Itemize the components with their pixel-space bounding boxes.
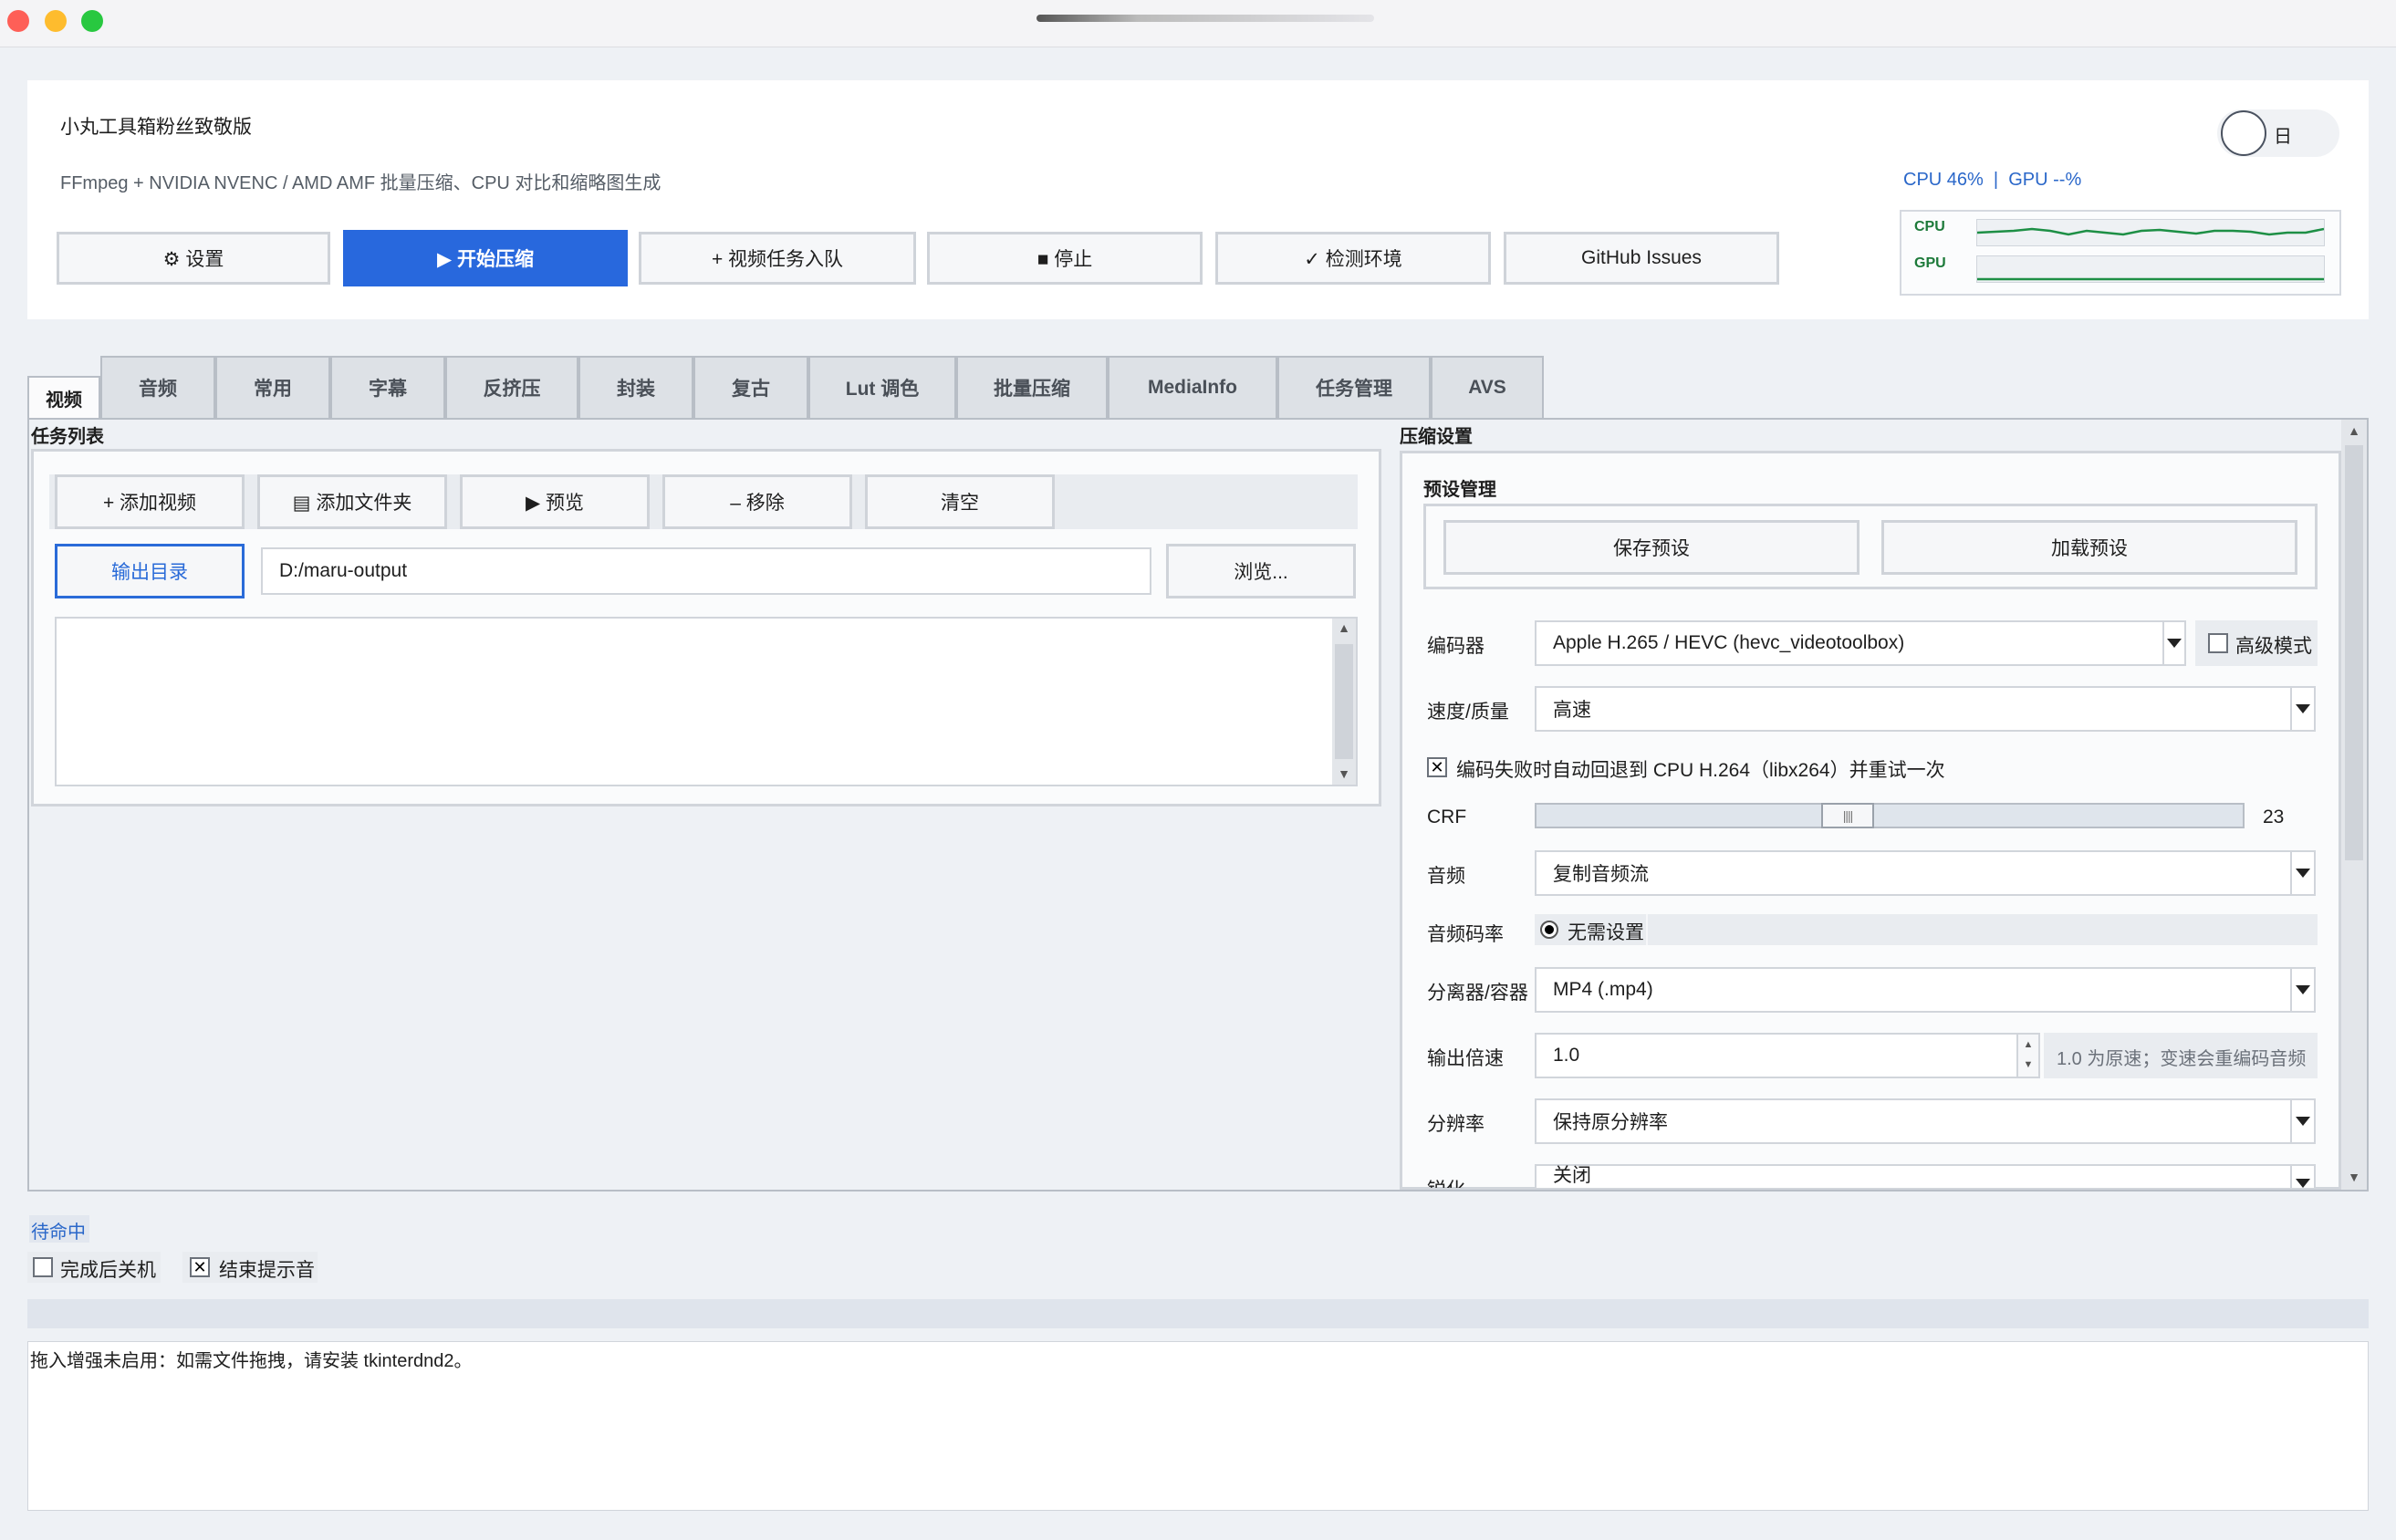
tab-video[interactable]: 视频 bbox=[27, 376, 100, 418]
zoom-window-button[interactable] bbox=[81, 10, 103, 32]
fallback-checkbox[interactable]: ✕ bbox=[1427, 757, 1447, 777]
encoder-label: 编码器 bbox=[1427, 636, 1484, 657]
start-compress-button[interactable]: ▶ 开始压缩 bbox=[343, 230, 628, 286]
resolution-select[interactable]: 保持原分辨率 bbox=[1535, 1098, 2292, 1144]
speed-quality-select[interactable]: 高速 bbox=[1535, 686, 2292, 732]
audio-bitrate-divider bbox=[1646, 914, 1648, 945]
end-sound-checkbox[interactable]: ✕ bbox=[190, 1257, 210, 1277]
settings-scroll-thumb[interactable] bbox=[2345, 445, 2363, 860]
tab-audio[interactable]: 音频 bbox=[100, 356, 215, 418]
output-speed-spinbox[interactable]: 1.0 bbox=[1535, 1033, 2040, 1078]
settings-scroll-down-icon[interactable]: ▼ bbox=[2341, 1168, 2367, 1186]
check-environment-button[interactable]: ✓ 检测环境 bbox=[1215, 232, 1491, 285]
tab-lut[interactable]: Lut 调色 bbox=[808, 356, 956, 418]
advanced-mode-label: 高级模式 bbox=[2235, 636, 2312, 657]
encoder-dropdown-arrow-icon[interactable] bbox=[2162, 620, 2186, 666]
sharpen-dropdown-arrow-icon[interactable] bbox=[2290, 1164, 2316, 1188]
tab-task-manager[interactable]: 任务管理 bbox=[1277, 356, 1431, 418]
shutdown-label: 完成后关机 bbox=[60, 1260, 156, 1281]
tab-common[interactable]: 常用 bbox=[215, 356, 330, 418]
task-list-scroll-thumb[interactable] bbox=[1335, 644, 1353, 759]
crf-value: 23 bbox=[2263, 806, 2285, 827]
close-window-button[interactable] bbox=[7, 10, 29, 32]
tab-mux[interactable]: 封装 bbox=[578, 356, 693, 418]
task-list-title: 任务列表 bbox=[31, 427, 104, 447]
tab-mediainfo[interactable]: MediaInfo bbox=[1108, 356, 1277, 418]
load-preset-button[interactable]: 加载预设 bbox=[1881, 520, 2297, 575]
spin-down-icon[interactable]: ▼ bbox=[2018, 1055, 2038, 1075]
app-subtitle: FFmpeg + NVIDIA NVENC / AMD AMF 批量压缩、CPU… bbox=[60, 173, 662, 193]
cpu-graph-line bbox=[1977, 227, 2324, 236]
shutdown-checkbox[interactable] bbox=[33, 1257, 53, 1277]
theme-toggle-knob bbox=[2221, 110, 2266, 156]
scroll-down-arrow-icon[interactable]: ▼ bbox=[1332, 765, 1356, 783]
no-setting-label: 无需设置 bbox=[1568, 922, 1644, 943]
task-listbox[interactable] bbox=[55, 617, 1358, 786]
tab-retro[interactable]: 复古 bbox=[693, 356, 808, 418]
output-directory-button[interactable]: 输出目录 bbox=[55, 544, 245, 598]
advanced-mode-checkbox[interactable] bbox=[2208, 633, 2228, 653]
add-video-button[interactable]: + 添加视频 bbox=[55, 474, 245, 529]
container-dropdown-arrow-icon[interactable] bbox=[2290, 967, 2316, 1013]
encoder-select[interactable]: Apple H.265 / HEVC (hevc_videotoolbox) bbox=[1535, 620, 2164, 666]
no-setting-radio[interactable] bbox=[1540, 921, 1558, 939]
save-preset-button[interactable]: 保存预设 bbox=[1443, 520, 1860, 575]
audio-select[interactable]: 复制音频流 bbox=[1535, 850, 2292, 896]
preview-button[interactable]: ▶ 预览 bbox=[460, 474, 650, 529]
sharpen-select[interactable]: 关闭 bbox=[1535, 1164, 2292, 1188]
crf-slider-handle[interactable]: |||| bbox=[1821, 803, 1874, 828]
window-titlebar bbox=[0, 0, 2396, 47]
progress-bar bbox=[27, 1299, 2369, 1328]
enqueue-video-task-button[interactable]: + 视频任务入队 bbox=[639, 232, 916, 285]
minimize-window-button[interactable] bbox=[45, 10, 67, 32]
gpu-graph bbox=[1976, 255, 2325, 283]
audio-label: 音频 bbox=[1427, 866, 1465, 887]
end-sound-label: 结束提示音 bbox=[219, 1260, 315, 1281]
audio-bitrate-row bbox=[1535, 914, 2318, 945]
preset-management-title: 预设管理 bbox=[1423, 480, 1496, 500]
cpu-label: CPU bbox=[1914, 219, 1945, 234]
crf-slider-track[interactable] bbox=[1535, 803, 2245, 828]
status-text: 待命中 bbox=[31, 1223, 86, 1243]
audio-bitrate-label: 音频码率 bbox=[1427, 924, 1504, 945]
speed-dropdown-arrow-icon[interactable] bbox=[2290, 686, 2316, 732]
gpu-label: GPU bbox=[1914, 255, 1946, 271]
app-title: 小丸工具箱粉丝致敬版 bbox=[60, 117, 252, 138]
output-speed-spin-buttons[interactable]: ▲ ▼ bbox=[2016, 1035, 2038, 1077]
output-directory-input[interactable]: D:/maru-output bbox=[261, 547, 1151, 595]
log-output[interactable]: 拖入增强未启用：如需文件拖拽，请安装 tkinterdnd2。 bbox=[27, 1341, 2369, 1511]
output-speed-label: 输出倍速 bbox=[1427, 1048, 1504, 1069]
resolution-dropdown-arrow-icon[interactable] bbox=[2290, 1098, 2316, 1144]
cpu-graph bbox=[1976, 219, 2325, 246]
output-speed-hint: 1.0 为原速；变速会重编码音频 bbox=[2057, 1049, 2307, 1069]
scroll-up-arrow-icon[interactable]: ▲ bbox=[1332, 619, 1356, 637]
theme-label: 日 bbox=[2274, 127, 2292, 147]
fallback-label: 编码失败时自动回退到 CPU H.264（libx264）并重试一次 bbox=[1456, 760, 1945, 781]
container-select[interactable]: MP4 (.mp4) bbox=[1535, 967, 2292, 1013]
radio-dot-icon bbox=[1545, 925, 1554, 934]
stop-button[interactable]: ■ 停止 bbox=[927, 232, 1203, 285]
tab-avs[interactable]: AVS bbox=[1431, 356, 1544, 418]
usage-readout: CPU 46% | GPU --% bbox=[1903, 170, 2082, 190]
sharpen-row-clip: 锐化 关闭 bbox=[1401, 1164, 2339, 1188]
resolution-label: 分辨率 bbox=[1427, 1114, 1484, 1135]
github-issues-button[interactable]: GitHub Issues bbox=[1504, 232, 1779, 285]
clear-button[interactable]: 清空 bbox=[865, 474, 1055, 529]
window-drag-handle[interactable] bbox=[1037, 15, 1374, 22]
container-label: 分离器/容器 bbox=[1427, 983, 1528, 1004]
remove-button[interactable]: – 移除 bbox=[662, 474, 852, 529]
settings-scroll-up-icon[interactable]: ▲ bbox=[2341, 421, 2367, 440]
audio-dropdown-arrow-icon[interactable] bbox=[2290, 850, 2316, 896]
spin-up-icon[interactable]: ▲ bbox=[2018, 1035, 2038, 1055]
tab-subtitle[interactable]: 字幕 bbox=[330, 356, 445, 418]
speed-quality-label: 速度/质量 bbox=[1427, 702, 1509, 723]
crf-label: CRF bbox=[1427, 806, 1467, 827]
sharpen-label: 锐化 bbox=[1427, 1175, 1465, 1188]
browse-button[interactable]: 浏览... bbox=[1166, 544, 1356, 598]
settings-button[interactable]: ⚙ 设置 bbox=[57, 232, 330, 285]
add-folder-button[interactable]: ▤ 添加文件夹 bbox=[257, 474, 447, 529]
compress-settings-title: 压缩设置 bbox=[1400, 427, 1473, 447]
tab-anti-squeeze[interactable]: 反挤压 bbox=[445, 356, 578, 418]
tab-batch-compress[interactable]: 批量压缩 bbox=[956, 356, 1108, 418]
